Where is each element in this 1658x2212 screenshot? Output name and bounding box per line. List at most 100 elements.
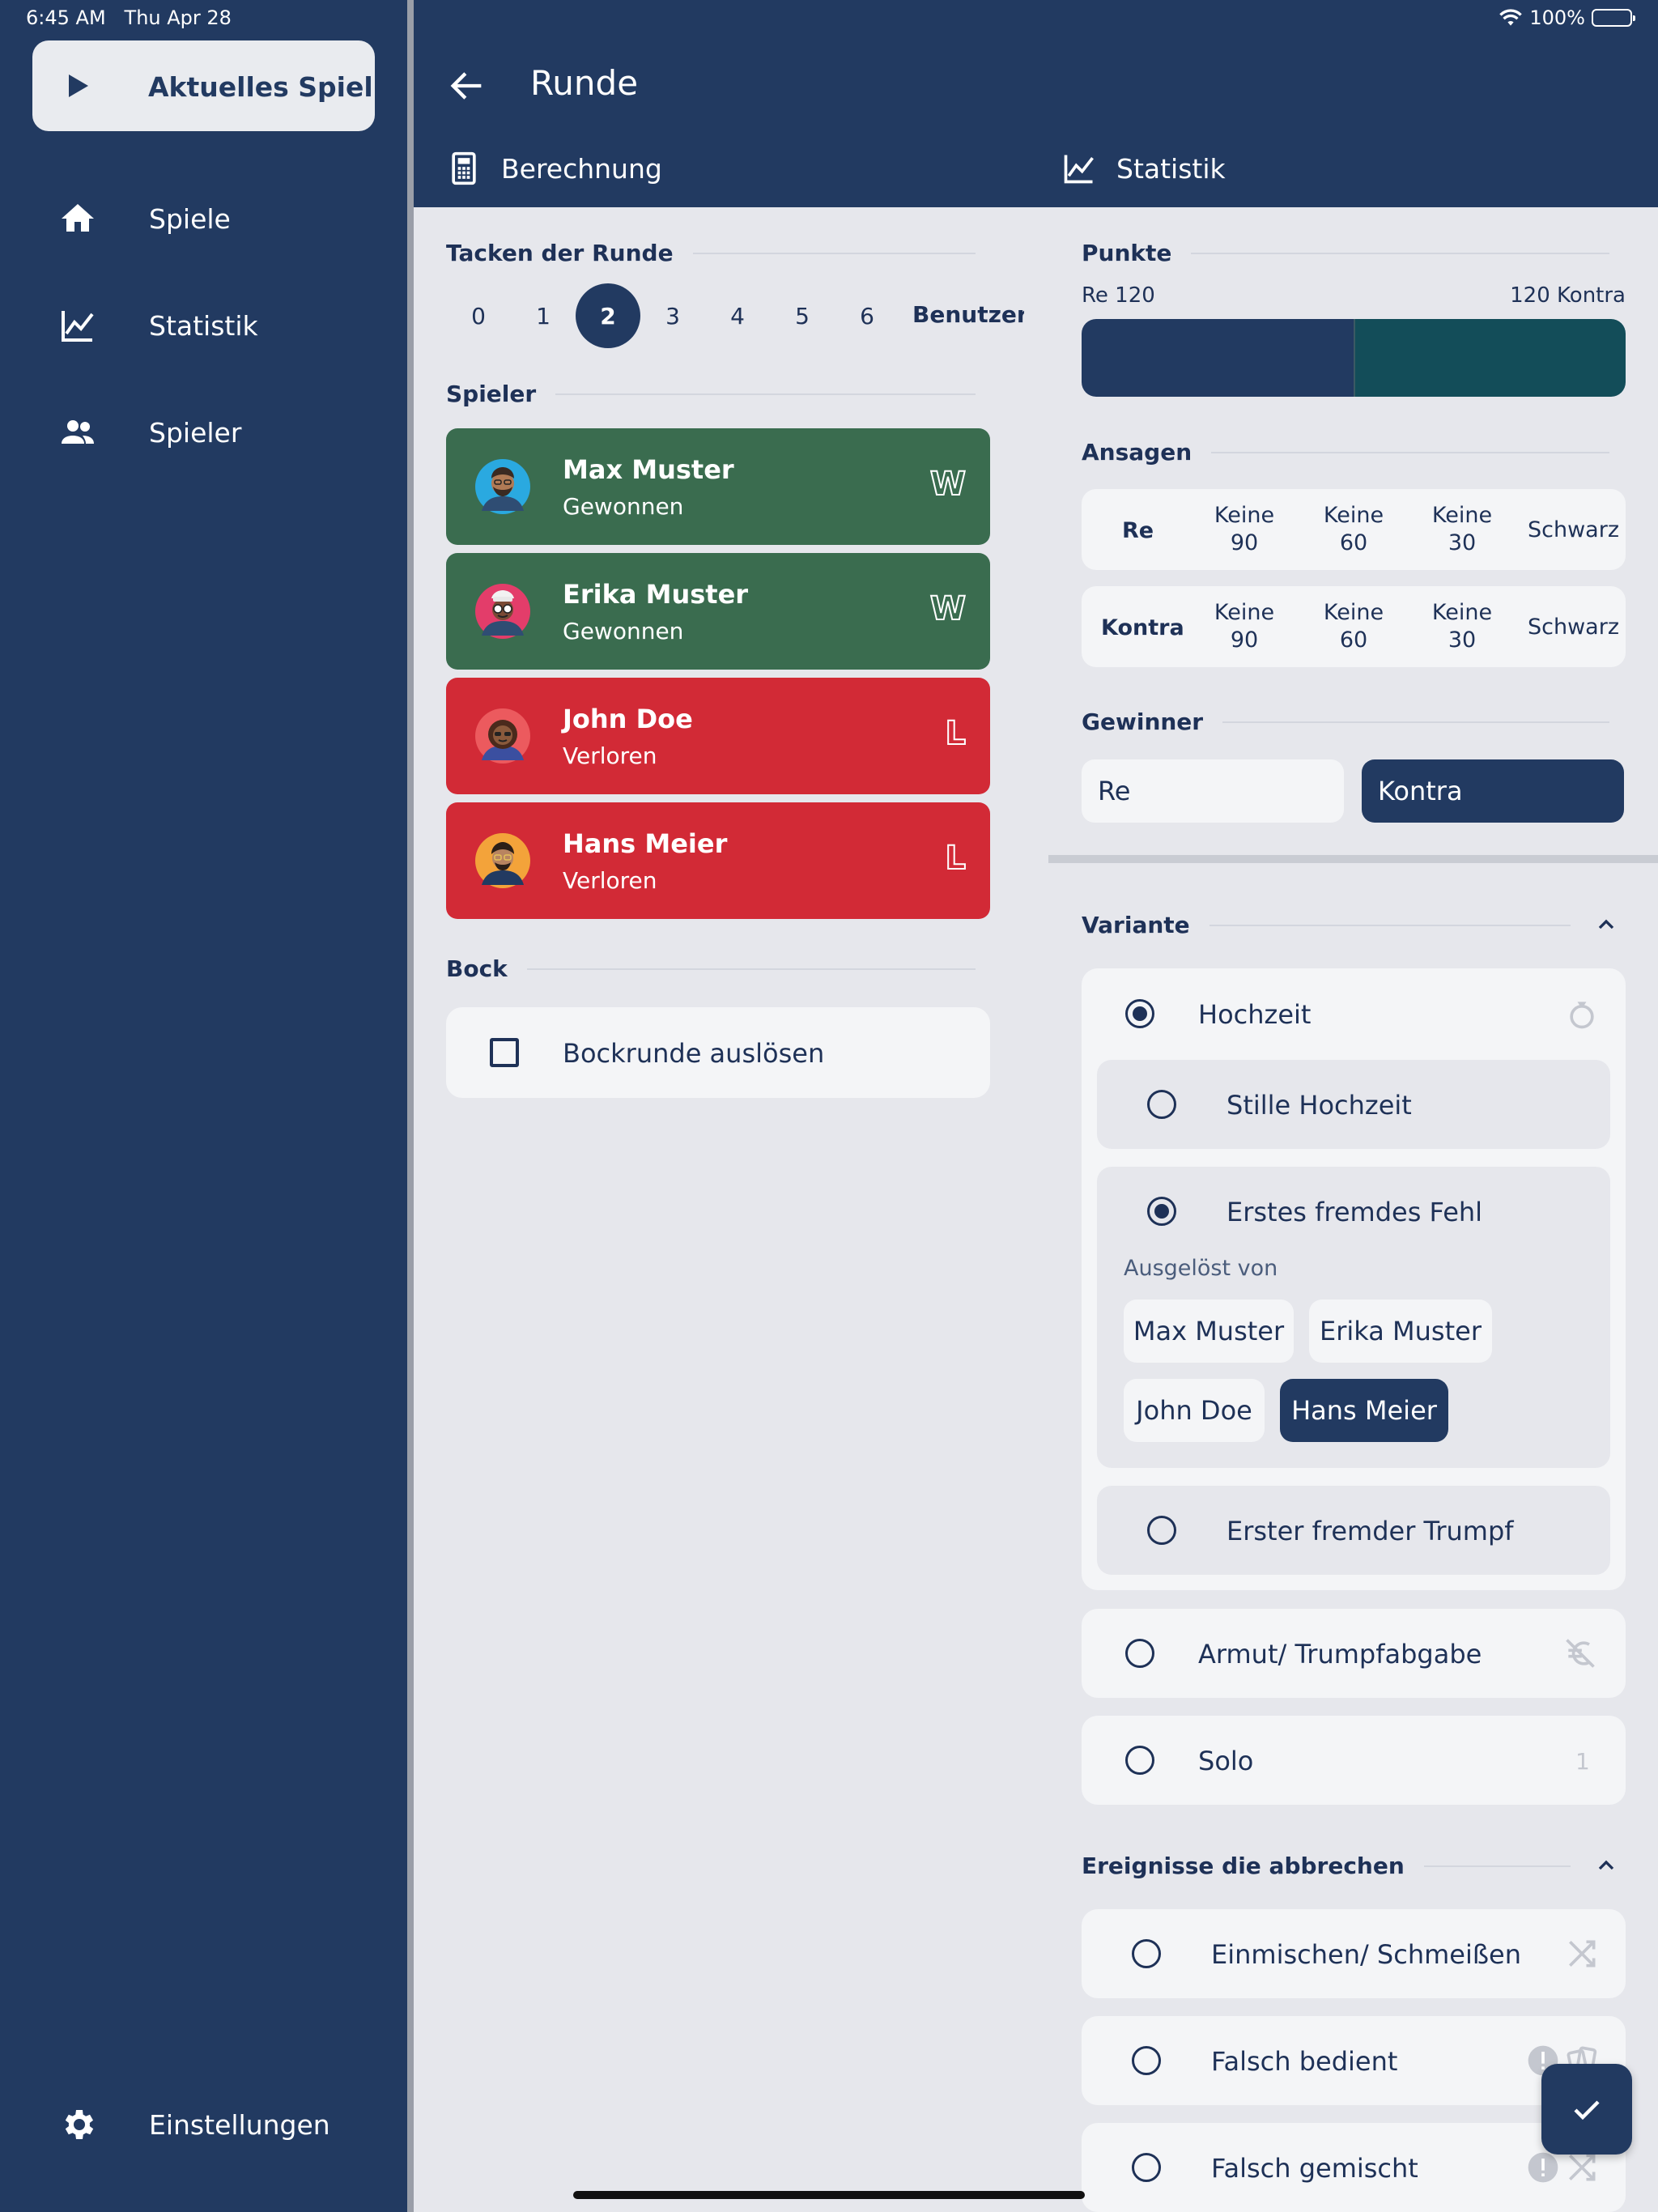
tab-label: Statistik	[1116, 152, 1226, 185]
player-status: Verloren	[563, 742, 657, 769]
ansage-keine-30[interactable]: Keine 30	[1418, 502, 1507, 557]
tacken-option-0[interactable]: 0	[446, 283, 511, 348]
confirm-button[interactable]	[1541, 2064, 1632, 2155]
solo-label: Solo	[1198, 1746, 1254, 1776]
ansage-schwarz[interactable]: Schwarz	[1528, 614, 1619, 641]
app-header: 100% Runde Berechnung Statistik	[414, 0, 1658, 207]
battery-icon	[1592, 9, 1635, 27]
player-status: Verloren	[563, 867, 657, 894]
erstes-fremdes-fehl-option[interactable]: Erstes fremdes Fehl Ausgelöst von Max Mu…	[1097, 1167, 1610, 1468]
solo-count: 1	[1575, 1748, 1590, 1775]
ansage-row-re: Re Keine 90 Keine 60 Keine 30 Schwarz	[1082, 489, 1626, 570]
erster-fremder-trumpf-option[interactable]: Erster fremder Trumpf	[1097, 1486, 1610, 1575]
win-badge: W	[929, 465, 967, 504]
chevron-up-icon[interactable]	[1593, 1853, 1619, 1878]
stille-hochzeit-radio[interactable]	[1147, 1090, 1176, 1119]
ansage-schwarz[interactable]: Schwarz	[1528, 517, 1619, 544]
home-indicator	[573, 2191, 1085, 2199]
erster-fremder-trumpf-radio[interactable]	[1147, 1516, 1176, 1545]
check-icon	[1574, 2100, 1600, 2121]
falsch-gemischt-radio[interactable]	[1132, 2153, 1161, 2182]
tacken-selector: 0 1 2 3 4 5 6 Benutzerdefiniert	[446, 283, 1024, 348]
tacken-option-4[interactable]: 4	[705, 283, 770, 348]
tacken-custom-option[interactable]: Benutzerdefiniert	[912, 301, 1024, 328]
chevron-up-icon[interactable]	[1593, 912, 1619, 938]
points-re-fill	[1082, 319, 1354, 397]
bock-section-title: Bock	[446, 955, 976, 982]
current-game-button[interactable]: Aktuelles Spiel	[32, 40, 375, 131]
tacken-section-title: Tacken der Runde	[446, 240, 976, 266]
home-icon	[62, 204, 94, 232]
player-card[interactable]: Max Muster Gewonnen W	[446, 428, 990, 545]
erstes-fremdes-fehl-radio[interactable]	[1147, 1197, 1176, 1226]
page-title: Runde	[530, 63, 639, 103]
battery-percent: 100%	[1529, 6, 1585, 29]
bock-checkbox[interactable]	[490, 1038, 519, 1067]
winner-kontra-button[interactable]: Kontra	[1362, 759, 1624, 823]
sidebar-item-spieler[interactable]: Spieler	[0, 392, 407, 473]
tacken-option-2[interactable]: 2	[576, 283, 640, 348]
player-name: Hans Meier	[563, 828, 728, 859]
tab-berechnung[interactable]: Berechnung	[446, 144, 662, 193]
ansagen-section-title: Ansagen	[1082, 439, 1609, 466]
split-divider[interactable]	[407, 0, 414, 2212]
trigger-chip-erika-muster[interactable]: Erika Muster	[1309, 1300, 1492, 1363]
back-arrow-icon[interactable]	[446, 65, 488, 107]
armut-radio[interactable]	[1125, 1639, 1154, 1668]
tacken-option-6[interactable]: 6	[835, 283, 899, 348]
ereignisse-section-title: Ereignisse die abbrechen	[1082, 1853, 1571, 1879]
sidebar-item-settings[interactable]: Einstellungen	[0, 2084, 407, 2165]
solo-radio[interactable]	[1125, 1746, 1154, 1775]
points-slider[interactable]	[1082, 319, 1626, 397]
sidebar-item-spiele[interactable]: Spiele	[0, 178, 407, 259]
ansage-keine-30[interactable]: Keine 30	[1418, 599, 1507, 654]
falsch-bedient-label: Falsch bedient	[1211, 2046, 1398, 2077]
status-indicators: 100%	[1499, 6, 1635, 29]
ansage-keine-90[interactable]: Keine 90	[1200, 599, 1289, 654]
trigger-chip-hans-meier[interactable]: Hans Meier	[1280, 1379, 1448, 1442]
points-section-title: Punkte	[1082, 240, 1609, 266]
loss-badge: L	[945, 839, 967, 878]
players-section-title: Spieler	[446, 381, 976, 407]
player-card[interactable]: Hans Meier Verloren L	[446, 802, 990, 919]
trigger-chip-john-doe[interactable]: John Doe	[1124, 1379, 1265, 1442]
stille-hochzeit-label: Stille Hochzeit	[1226, 1090, 1412, 1121]
player-card[interactable]: Erika Muster Gewonnen W	[446, 553, 990, 670]
ansage-keine-60[interactable]: Keine 60	[1309, 502, 1398, 557]
avatar	[475, 584, 530, 639]
einmischen-label: Einmischen/ Schmeißen	[1211, 1939, 1521, 1970]
wifi-icon	[1499, 9, 1523, 26]
hochzeit-label: Hochzeit	[1198, 999, 1312, 1030]
armut-option[interactable]: Armut/ Trumpfabgabe	[1082, 1609, 1626, 1698]
tacken-option-5[interactable]: 5	[770, 283, 835, 348]
tacken-option-1[interactable]: 1	[511, 283, 576, 348]
erster-fremder-trumpf-label: Erster fremder Trumpf	[1226, 1516, 1514, 1546]
warning-icon	[1528, 2152, 1558, 2183]
tab-label: Berechnung	[501, 152, 662, 185]
sidebar-item-label: Spiele	[149, 202, 231, 235]
hochzeit-radio[interactable]	[1125, 999, 1154, 1028]
sidebar-item-statistik[interactable]: Statistik	[0, 285, 407, 366]
ansage-team-label: Re	[1122, 518, 1154, 543]
ansage-keine-90[interactable]: Keine 90	[1200, 502, 1289, 557]
solo-option[interactable]: Solo 1	[1082, 1716, 1626, 1805]
ansage-keine-60[interactable]: Keine 60	[1309, 599, 1398, 654]
chart-icon	[62, 311, 94, 342]
ansage-row-kontra: Kontra Keine 90 Keine 60 Keine 30 Schwarz	[1082, 586, 1626, 667]
stille-hochzeit-option[interactable]: Stille Hochzeit	[1097, 1060, 1610, 1149]
gear-icon	[65, 2110, 94, 2139]
tab-statistik[interactable]: Statistik	[1061, 144, 1226, 193]
erstes-fremdes-fehl-label: Erstes fremdes Fehl	[1226, 1197, 1483, 1227]
bock-toggle[interactable]: Bockrunde auslösen	[446, 1007, 990, 1098]
einmischen-radio[interactable]	[1132, 1939, 1161, 1968]
player-name: John Doe	[563, 704, 693, 734]
win-badge: W	[929, 589, 967, 628]
winner-re-button[interactable]: Re	[1082, 759, 1344, 823]
player-card[interactable]: John Doe Verloren L	[446, 678, 990, 794]
settings-label: Einstellungen	[149, 2108, 330, 2141]
falsch-bedient-radio[interactable]	[1132, 2046, 1161, 2075]
trigger-chip-max-muster[interactable]: Max Muster	[1124, 1300, 1294, 1363]
sidebar: 6:45 AM Thu Apr 28 Aktuelles Spiel Spiel…	[0, 0, 407, 2212]
tacken-option-3[interactable]: 3	[640, 283, 705, 348]
einmischen-option[interactable]: Einmischen/ Schmeißen	[1082, 1909, 1626, 1998]
